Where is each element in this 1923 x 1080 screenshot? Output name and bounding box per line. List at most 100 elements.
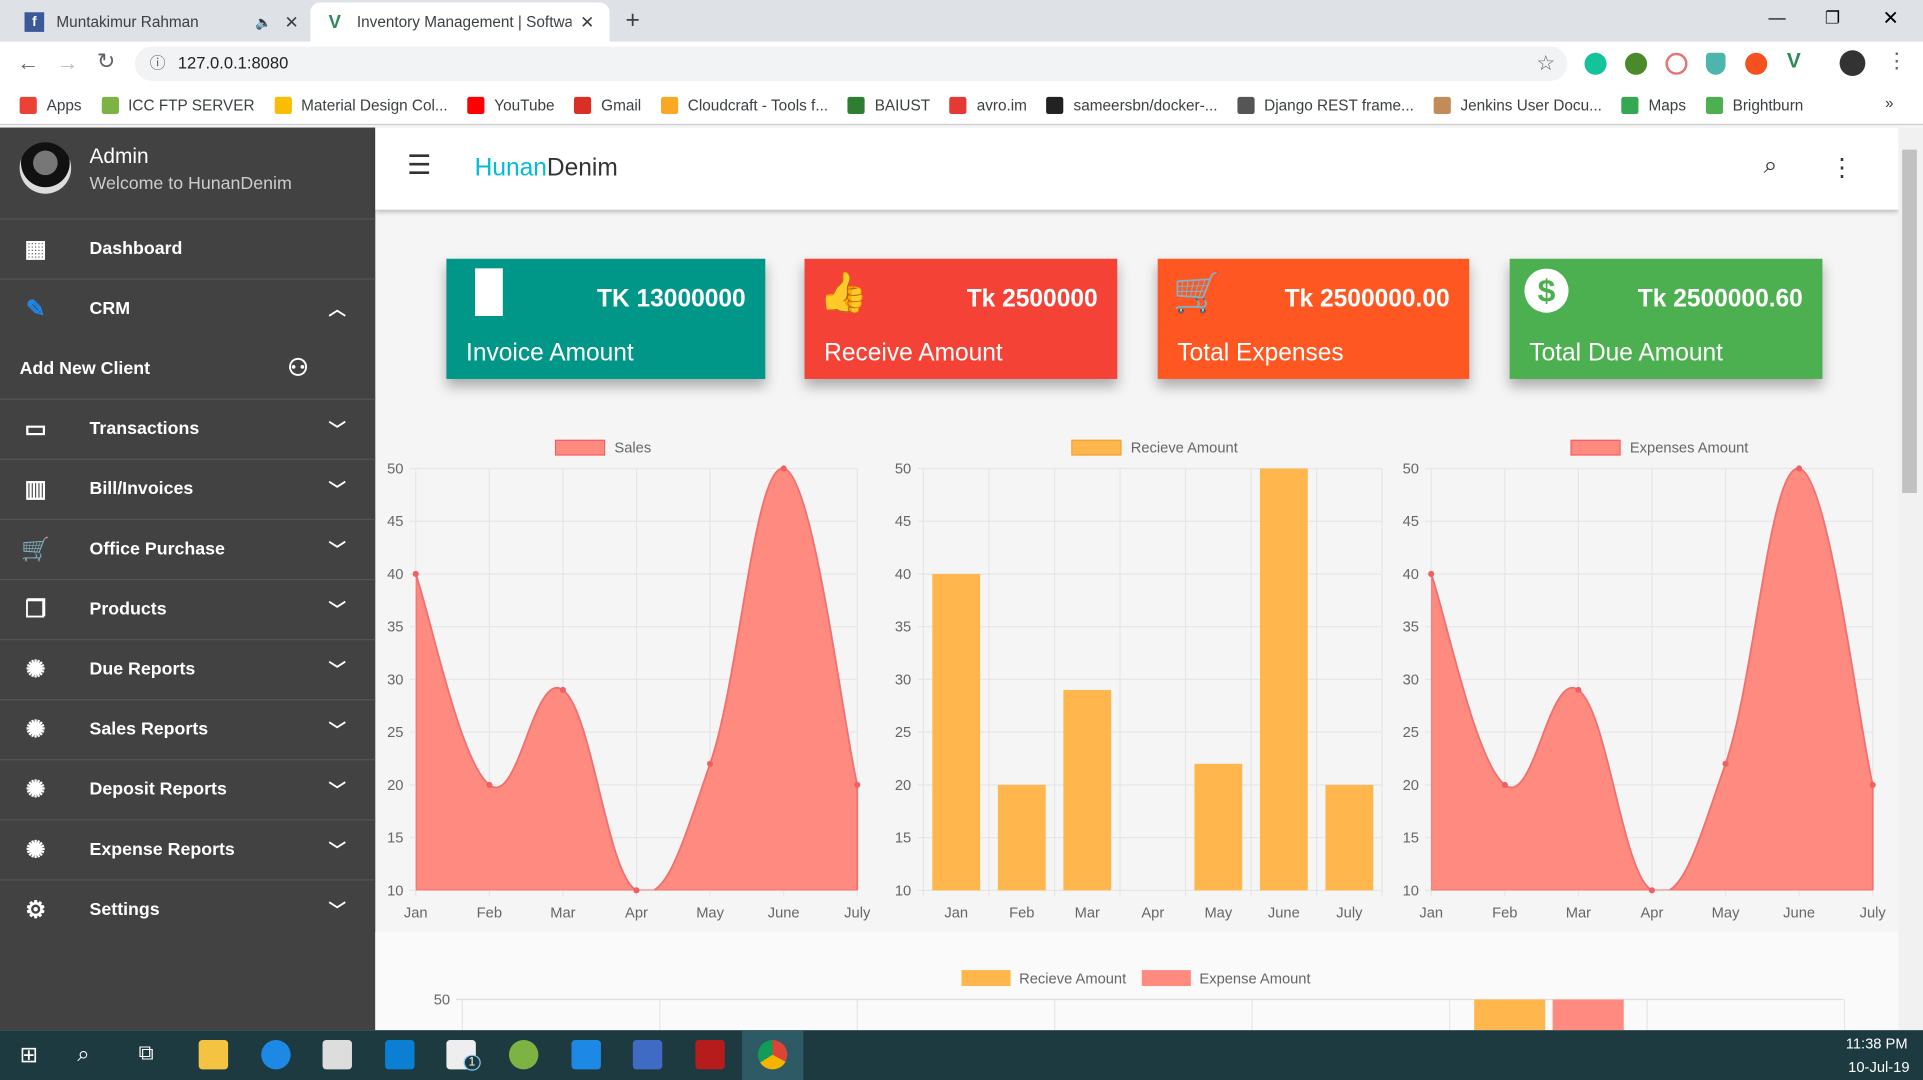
x-tick-label: Apr <box>1641 905 1664 921</box>
y-tick-label: 30 <box>1403 672 1419 688</box>
data-point[interactable] <box>854 781 861 788</box>
charts-area: 10 15 20 25 30 35 40 45 50 Jan Feb Mar Apr May June Jul… <box>375 439 1899 1031</box>
x-tick-label: July <box>1336 905 1363 921</box>
y-tick-label: 15 <box>387 831 403 847</box>
legend-label[interactable]: Expenses Amount <box>1630 441 1749 457</box>
y-tick-label: 35 <box>895 620 911 636</box>
bar[interactable] <box>997 784 1046 891</box>
chart-2: 10 15 20 25 30 35 40 45 50 Jan Feb Mar Apr May June Jul… <box>895 439 1383 921</box>
x-tick-label: Feb <box>477 905 502 921</box>
x-tick-label: Feb <box>1009 905 1034 921</box>
chart-3: 10 15 20 25 30 35 40 45 50 Jan Feb Mar Apr May June Jul… <box>1403 439 1887 921</box>
task-view-icon[interactable]: ⧉ <box>139 1041 154 1066</box>
bar[interactable] <box>1552 999 1624 1031</box>
windows-taskbar: ⊞ ⌕ ⧉ 1 11:38 PM 10-Jul-19 <box>0 1030 1923 1080</box>
data-point[interactable] <box>412 570 419 578</box>
y-tick-label: 40 <box>895 567 911 583</box>
y-tick-label: 40 <box>1403 567 1419 583</box>
legend-swatch[interactable] <box>554 439 606 456</box>
bar[interactable] <box>1063 689 1112 891</box>
vscode-icon[interactable] <box>571 1039 601 1070</box>
bar[interactable] <box>1474 999 1546 1031</box>
x-tick-label: May <box>1712 905 1740 921</box>
y-tick-label: 15 <box>895 831 911 847</box>
chart-1: 10 15 20 25 30 35 40 45 50 Jan Feb Mar Apr May June Jul… <box>387 439 871 921</box>
edge-icon[interactable] <box>261 1039 291 1070</box>
x-tick-label: Apr <box>625 905 648 921</box>
data-point[interactable] <box>707 760 714 767</box>
y-tick-label: 50 <box>387 461 403 477</box>
y-tick-label: 45 <box>387 514 403 530</box>
y-tick-label: 45 <box>895 514 911 530</box>
legend-swatch[interactable] <box>1570 439 1621 456</box>
chrome-taskbar-button[interactable] <box>741 1030 804 1080</box>
data-point[interactable] <box>1648 887 1656 894</box>
y-tick-label: 50 <box>434 992 450 1008</box>
y-tick-label: 10 <box>895 883 911 899</box>
legend-label[interactable]: Expense Amount <box>1199 972 1310 988</box>
bar[interactable] <box>1194 763 1243 891</box>
mail-icon[interactable]: 1 <box>446 1039 481 1071</box>
y-tick-label: 30 <box>895 672 911 688</box>
y-tick-label: 20 <box>387 778 403 794</box>
data-point[interactable] <box>1575 686 1582 694</box>
data-point[interactable] <box>1869 781 1876 788</box>
data-point[interactable] <box>780 465 787 472</box>
y-tick-label: 15 <box>1403 831 1419 847</box>
legend-label[interactable]: Recieve Amount <box>1019 972 1126 988</box>
data-point[interactable] <box>1796 465 1803 472</box>
x-tick-label: May <box>696 905 724 921</box>
x-tick-label: Mar <box>550 905 575 921</box>
clock-time[interactable]: 11:38 PM <box>1846 1035 1908 1052</box>
powershell-icon[interactable] <box>632 1039 663 1070</box>
y-tick-label: 10 <box>387 883 403 899</box>
x-tick-label: May <box>1204 905 1232 921</box>
page-scrollbar[interactable] <box>1898 127 1923 1031</box>
y-tick-label: 35 <box>1403 620 1419 636</box>
chart-4: 50 Recieve Amount Expense Amount <box>375 932 1899 1031</box>
legend-swatch[interactable] <box>1071 439 1122 456</box>
windows-start-icon[interactable]: ⊞ <box>20 1042 39 1068</box>
store-icon[interactable] <box>322 1039 352 1070</box>
y-tick-label: 40 <box>387 567 403 583</box>
x-tick-label: June <box>768 905 800 921</box>
x-tick-label: July <box>844 905 871 921</box>
search-icon[interactable]: ⌕ <box>77 1041 89 1067</box>
y-tick-label: 25 <box>895 725 911 741</box>
y-tick-label: 10 <box>1403 883 1419 899</box>
data-point[interactable] <box>559 686 566 694</box>
x-tick-label: June <box>1783 905 1815 921</box>
x-tick-label: Feb <box>1492 905 1517 921</box>
x-tick-label: Apr <box>1141 905 1164 921</box>
x-tick-label: July <box>1860 905 1887 921</box>
legend-swatch[interactable] <box>1141 970 1191 987</box>
file-explorer-icon[interactable] <box>198 1039 229 1070</box>
y-tick-label: 50 <box>1403 461 1419 477</box>
y-tick-label: 20 <box>895 778 911 794</box>
android-studio-icon[interactable] <box>508 1039 539 1070</box>
data-point[interactable] <box>1501 781 1508 788</box>
y-tick-label: 25 <box>387 725 403 741</box>
legend-swatch[interactable] <box>961 970 1011 987</box>
y-tick-label: 45 <box>1403 514 1419 530</box>
data-point[interactable] <box>633 887 640 894</box>
y-tick-label: 30 <box>387 672 403 688</box>
clock-date[interactable]: 10-Jul-19 <box>1848 1058 1909 1075</box>
legend-label[interactable]: Sales <box>614 441 651 457</box>
data-point[interactable] <box>1722 760 1729 767</box>
bar[interactable] <box>1325 784 1374 891</box>
filezilla-icon[interactable] <box>695 1039 725 1070</box>
legend-label[interactable]: Recieve Amount <box>1131 441 1238 457</box>
y-tick-label: 20 <box>1403 778 1419 794</box>
data-point[interactable] <box>486 781 493 788</box>
x-tick-label: Mar <box>1566 905 1591 921</box>
x-tick-label: Mar <box>1075 905 1100 921</box>
data-point[interactable] <box>1428 570 1435 578</box>
x-tick-label: Jan <box>1419 905 1443 921</box>
bar[interactable] <box>1259 468 1308 891</box>
trello-icon[interactable] <box>385 1039 415 1070</box>
y-tick-label: 50 <box>895 461 911 477</box>
bar[interactable] <box>932 573 981 891</box>
x-tick-label: June <box>1268 905 1300 921</box>
x-tick-label: Jan <box>404 905 428 921</box>
